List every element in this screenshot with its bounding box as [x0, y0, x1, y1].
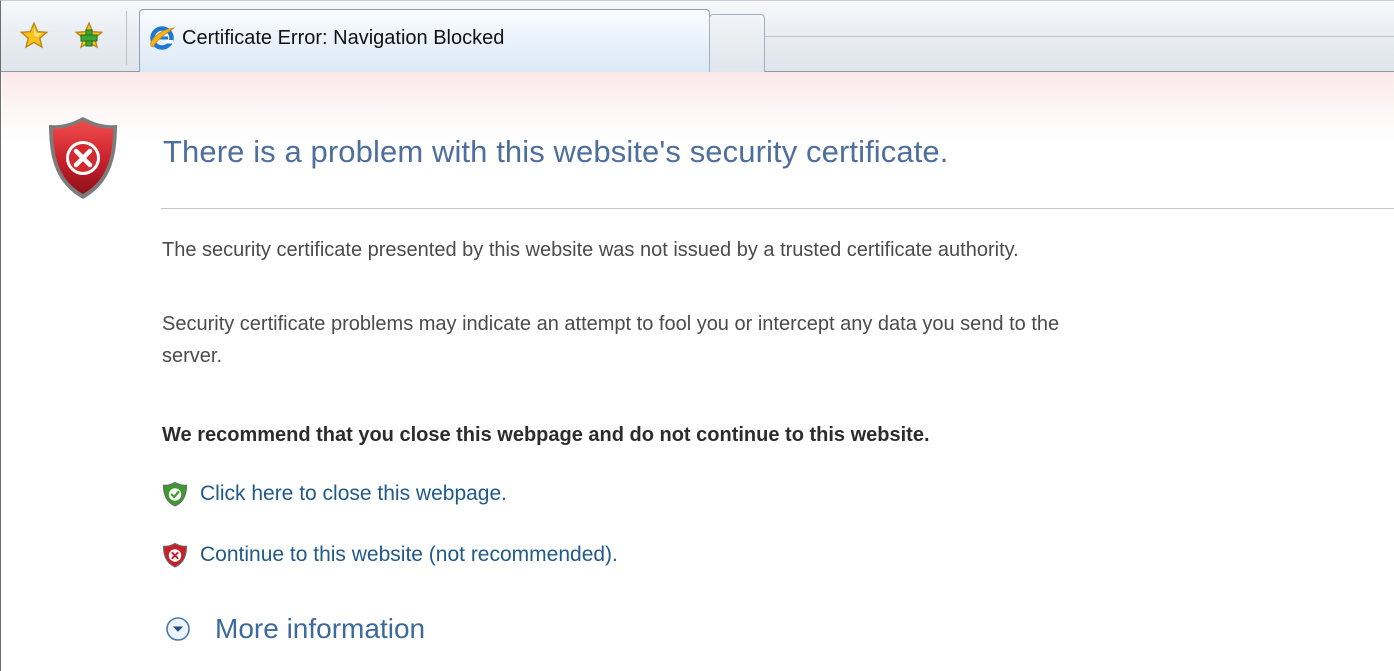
tab-certificate-error[interactable]: Certificate Error: Navigation Blocked	[139, 9, 710, 72]
browser-window: Certificate Error: Navigation Blocked Th…	[0, 0, 1394, 671]
continue-website-link[interactable]: Continue to this website (not recommende…	[162, 540, 618, 570]
toolbar-separator	[126, 11, 127, 65]
tab-strip-line	[765, 36, 1394, 37]
add-favorite-icon[interactable]	[74, 19, 104, 53]
certificate-error-page: There is a problem with this website's s…	[2, 72, 1394, 671]
close-webpage-link[interactable]: Click here to close this webpage.	[162, 479, 507, 509]
green-shield-icon	[162, 481, 188, 507]
new-tab-button[interactable]	[709, 14, 765, 72]
favorites-star-icon[interactable]	[19, 19, 49, 53]
tab-title: Certificate Error: Navigation Blocked	[182, 27, 505, 49]
red-shield-icon	[162, 542, 188, 568]
close-webpage-label: Click here to close this webpage.	[200, 482, 507, 505]
continue-website-label: Continue to this website (not recommende…	[200, 543, 618, 566]
untrusted-authority-text: The security certificate presented by th…	[162, 239, 1019, 261]
more-information-toggle[interactable]: More information	[165, 609, 425, 649]
recommendation-text: We recommend that you close this webpage…	[162, 424, 930, 446]
error-shield-icon	[46, 114, 120, 202]
security-warning-line-2: server.	[162, 345, 223, 367]
ie-icon	[148, 24, 176, 52]
security-warning-text: Security certificate problems may indica…	[162, 308, 1059, 372]
tab-bar: Certificate Error: Navigation Blocked	[1, 1, 1394, 72]
more-information-label: More information	[215, 613, 426, 644]
title-divider	[161, 208, 1394, 209]
chevron-down-icon	[165, 616, 191, 642]
page-title: There is a problem with this website's s…	[163, 134, 949, 169]
security-warning-line-1: Security certificate problems may indica…	[162, 313, 1060, 335]
